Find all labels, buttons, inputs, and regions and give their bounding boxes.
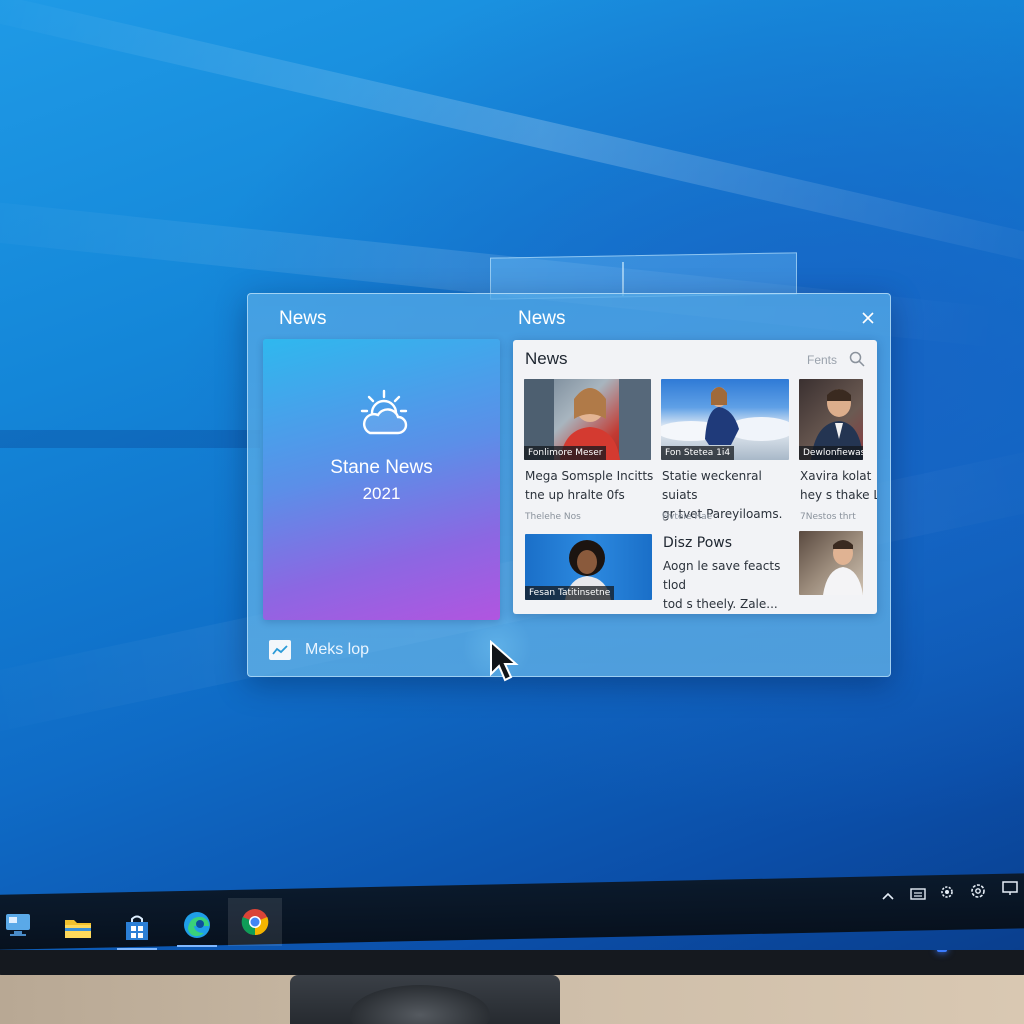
close-icon [862,312,874,324]
active-indicator [117,948,157,950]
thumbnail-caption: Fon Stetea 1i4 [661,446,735,460]
article-headline[interactable]: Mega Somsple Incitts tne up hralte 0fs [525,467,655,505]
article-source: Thelehe Nos [525,512,581,522]
article-source: Fivtele Hae [662,512,713,522]
headline-line: tod s theely. Zale... [663,597,778,611]
wallpaper-band [0,430,260,448]
tray-gear[interactable] [937,882,957,902]
weather-tile-title: Stane News [330,457,433,478]
weather-tile-year: 2021 [362,484,401,503]
computer-icon [6,914,30,936]
windows-logo-divider [622,262,624,296]
wallpaper-beam [0,0,1024,283]
tray-chevron[interactable] [878,886,898,906]
notification-icon [1002,881,1018,895]
taskbar-app-edge[interactable] [173,903,221,947]
search-icon[interactable] [848,350,866,368]
weather-tile[interactable]: Stane News 2021 [263,339,500,620]
chart-icon [269,640,291,660]
chrome-icon [241,909,269,936]
widget-title: News [279,308,327,329]
article-headline[interactable]: Xavira kolat hey s thake L [800,467,877,505]
headline-line: Aogn le save feacts tlod [663,559,781,592]
headline-line: Statie weckenral suiats [662,469,762,502]
headline-line: hey s thake L [800,488,877,502]
gear-icon [941,886,953,898]
article-headline[interactable]: Aogn le save feacts tlod tod s theely. Z… [663,557,793,614]
partly-cloudy-icon [360,389,408,435]
taskbar-app-desktop[interactable] [0,903,42,947]
tray-notifications[interactable] [1000,878,1020,898]
photo-scene: News News Stane News 2021 News Fents Fon… [0,0,1024,1024]
tray-keyboard[interactable] [908,884,928,904]
news-filter-button[interactable]: Fents [807,353,837,367]
section-heading[interactable]: Disz Pows [663,535,732,551]
taskbar-app-store[interactable] [113,906,161,950]
thumbnail-caption: Fesan Tatitinsetne [525,586,615,600]
news-panel-header: News [525,349,568,368]
taskbar-app-file-explorer[interactable] [54,906,102,950]
news-panel: News Fents Fonlimore Meser Mega Somsple … [513,340,877,614]
chart-line-glyph [272,645,288,655]
keyboard-icon [910,888,926,900]
article-thumbnail[interactable]: Fon Stetea 1i4 [661,379,789,460]
article-thumbnail[interactable]: Dewlonfiewas [799,379,863,460]
headline-line: Xavira kolat [800,469,872,483]
edge-icon [184,912,210,938]
taskbar-app-chrome[interactable] [228,898,282,946]
footer-link[interactable]: Meks lop [269,636,369,664]
headline-line: tne up hralte 0fs [525,488,625,502]
tray-settings[interactable] [968,881,988,901]
chevron-up-icon [882,892,894,900]
headline-line: Mega Somsple Incitts [525,469,654,483]
active-indicator [177,945,217,947]
desktop-screen: News News Stane News 2021 News Fents Fon… [0,0,1024,950]
news-widget-window: News News Stane News 2021 News Fents Fon… [247,293,891,677]
folder-icon [65,920,91,938]
mouse-pointer-icon [490,640,519,682]
thumbnail-caption: Dewlonfiewas [799,446,863,460]
person-photo [823,540,863,595]
thumbnail-caption: Fonlimore Meser [524,446,607,460]
settings-icon [971,884,985,898]
close-button[interactable] [856,306,880,330]
article-thumbnail[interactable]: Fesan Tatitinsetne [525,534,652,600]
article-thumbnail[interactable]: Fonlimore Meser [524,379,651,460]
article-thumbnail[interactable] [799,531,863,595]
store-icon [126,915,148,940]
widget-section-title: News [518,308,566,329]
article-source: 7Nestos thrt [800,512,856,522]
footer-label: Meks lop [305,641,370,658]
